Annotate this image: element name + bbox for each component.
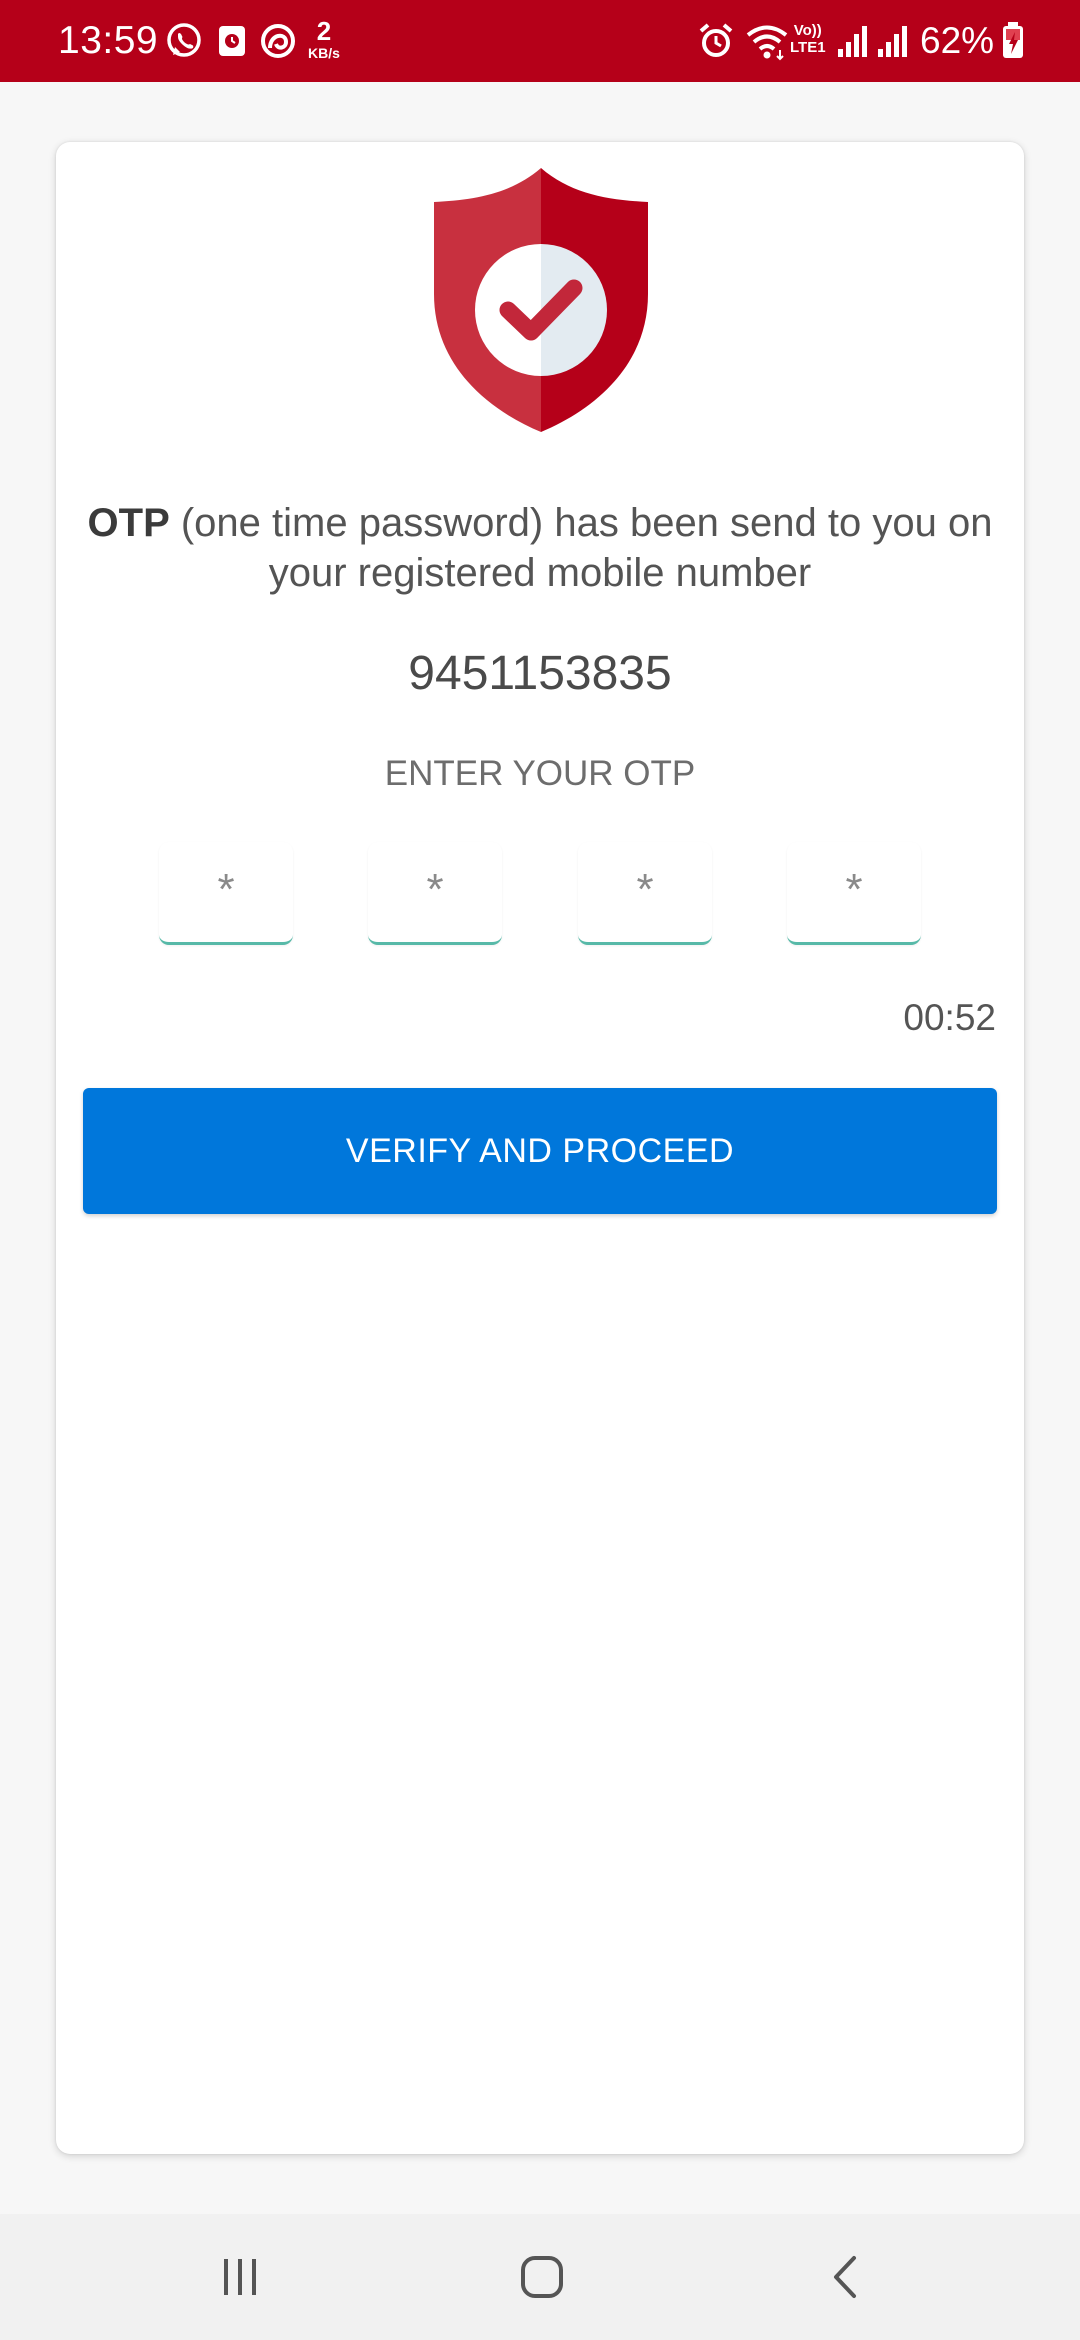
volte-line1: Vo)) — [793, 22, 822, 39]
otp-message-text: (one time password) has been send to you… — [169, 501, 993, 595]
alarm-icon — [699, 23, 733, 57]
recent-apps-button[interactable] — [160, 2214, 320, 2340]
recent-apps-icon — [224, 2259, 256, 2295]
signal-icon — [878, 26, 907, 57]
navigation-bar — [0, 2214, 1080, 2340]
network-speed-value: 2 — [316, 16, 332, 46]
resend-timer: 00:52 — [903, 997, 996, 1038]
whatsapp-icon — [167, 23, 201, 57]
enter-otp-label: ENTER YOUR OTP — [384, 754, 696, 793]
mobile-number: 9451153835 — [408, 647, 672, 700]
signal-icon — [838, 26, 867, 57]
network-speed-unit: KB/s — [308, 45, 340, 61]
back-button[interactable] — [765, 2214, 925, 2340]
battery-percent: 62% — [920, 20, 995, 61]
home-button[interactable] — [462, 2214, 622, 2340]
volte-line2: LTE1 — [790, 39, 826, 56]
status-bar: 13:59 2 KB/s Vo)) LTE1 62% — [0, 0, 1080, 82]
home-icon — [521, 2256, 563, 2298]
shield-check-icon — [434, 168, 648, 432]
status-time: 13:59 — [58, 19, 159, 62]
otp-digit-input-1[interactable]: * — [159, 842, 293, 945]
otp-digit-input-4[interactable]: * — [787, 842, 921, 945]
battery-charging-icon — [1003, 22, 1023, 58]
otp-message-bold: OTP — [87, 501, 170, 545]
network-speed: 2 KB/s — [304, 18, 344, 60]
volte-indicator: Vo)) LTE1 — [790, 22, 826, 56]
otp-sent-message: OTP (one time password) has been send to… — [84, 498, 996, 598]
screen-recorder-icon — [219, 26, 245, 56]
otp-digit-input-3[interactable]: * — [578, 842, 712, 945]
app-notification-icon — [261, 24, 295, 58]
otp-digit-input-2[interactable]: * — [368, 842, 502, 945]
verify-and-proceed-button[interactable]: VERIFY AND PROCEED — [83, 1088, 997, 1214]
back-icon — [834, 2256, 856, 2298]
wifi-icon — [746, 25, 788, 61]
